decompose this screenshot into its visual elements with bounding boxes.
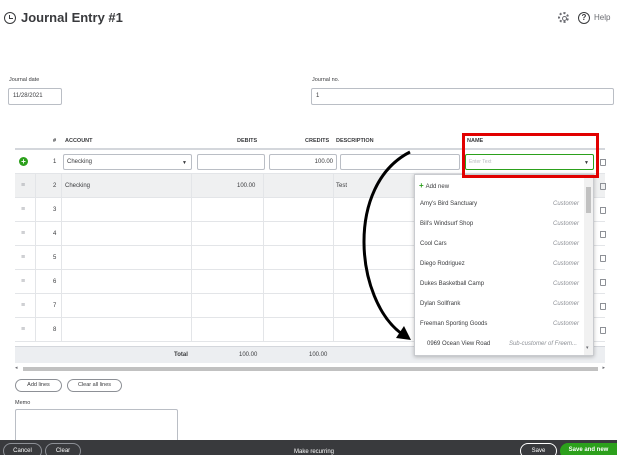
row-number: 5 [53,255,57,261]
horizontal-scrollbar[interactable]: ◂ ▸ [15,365,605,372]
dropdown-option[interactable]: Amy's Bird Sanctuary Customer [415,194,585,214]
dropdown-option[interactable]: Diego Rodriguez Customer [415,254,585,274]
trash-icon[interactable] [600,303,606,310]
drag-handle-icon[interactable]: ≡ [21,246,25,270]
option-name: Bill's Windsurf Shop [420,221,474,227]
dropdown-option[interactable]: Dylan Sollfrank Customer [415,294,585,314]
clear-all-lines-button[interactable]: Clear all lines [67,379,122,392]
option-type: Customer [552,241,579,247]
drag-handle-icon[interactable]: ≡ [21,222,25,246]
option-name: Freeman Sporting Goods [420,321,488,327]
drag-handle-icon[interactable]: ≡ [21,270,25,294]
add-new-label: Add new [425,184,450,190]
help-icon[interactable]: ? [578,12,590,24]
page-title: Journal Entry #1 [21,10,123,25]
option-name: Diego Rodriguez [420,261,465,267]
option-name: Dylan Sollfrank [420,301,461,307]
trash-icon[interactable] [600,255,606,262]
trash-icon[interactable] [600,327,606,334]
add-row-icon[interactable]: + [19,157,28,166]
total-debits: 100.00 [239,352,258,358]
dropdown-option[interactable]: 0969 Ocean View Road Sub-customer of Free… [415,334,585,354]
option-name: Cool Cars [420,241,447,247]
journal-no-label: Journal no. [312,77,340,83]
cancel-button[interactable]: Cancel [3,443,42,455]
debit-input[interactable] [197,154,265,170]
total-label: Total [174,352,188,358]
gear-icon[interactable] [558,12,569,23]
trash-icon[interactable] [600,159,606,166]
drag-handle-icon[interactable]: ≡ [21,174,25,198]
account-value: Checking [67,159,93,165]
trash-icon[interactable] [600,183,606,190]
journal-no-input[interactable]: 1 [311,88,614,105]
option-type: Customer [552,301,579,307]
col-header-description: DESCRIPTION [336,138,374,144]
debit-cell[interactable]: 100.00 [237,174,255,198]
trash-icon[interactable] [600,279,606,286]
row-number: 6 [53,279,57,285]
drag-handle-icon[interactable]: ≡ [21,318,25,342]
name-dropdown-list: + Add new Amy's Bird Sanctuary Customer Bi… [414,174,594,356]
dropdown-option[interactable]: Cool Cars Customer [415,234,585,254]
dropdown-option[interactable]: Freeman Sporting Goods Customer [415,314,585,334]
add-lines-button[interactable]: Add lines [15,379,62,392]
add-new-option[interactable]: + Add new [419,181,449,190]
option-name: Dukes Basketball Camp [420,281,485,287]
journal-date-input[interactable]: 11/28/2021 [8,88,62,105]
option-name: Amy's Bird Sanctuary [420,201,478,207]
row-number: 7 [53,303,57,309]
save-button[interactable]: Save [520,443,557,455]
trash-icon[interactable] [600,207,606,214]
credit-input[interactable]: 100.00 [269,154,337,170]
option-type: Customer [552,321,579,327]
plus-icon: + [419,181,424,190]
option-type: Customer [552,261,579,267]
row-number: 8 [53,327,57,333]
row-number: 4 [53,231,57,237]
account-cell[interactable]: Checking [65,174,90,198]
description-cell[interactable]: Test [336,174,347,198]
scroll-down-icon[interactable]: ▾ [586,345,589,351]
memo-textarea[interactable] [15,409,178,442]
row-number: 1 [53,159,57,165]
page-header: Journal Entry #1 ? Help [0,0,617,36]
dropdown-option[interactable]: Bill's Windsurf Shop Customer [415,214,585,234]
option-type: Customer [552,221,579,227]
option-name: 0969 Ocean View Road [427,341,491,347]
make-recurring-link[interactable]: Make recurring [294,449,334,455]
chevron-down-icon[interactable]: ▼ [182,156,187,170]
dropdown-scrollbar[interactable]: ▾ [584,175,593,355]
row-number: 2 [53,183,57,189]
total-credits: 100.00 [309,352,328,358]
save-and-new-button[interactable]: Save and new [560,443,617,455]
row-number: 3 [53,207,57,213]
help-link[interactable]: Help [594,13,610,22]
option-type: Customer [552,281,579,287]
col-header-credits: CREDITS [305,138,330,144]
description-input[interactable] [340,154,460,170]
drag-handle-icon[interactable]: ≡ [21,198,25,222]
highlight-box [462,133,599,178]
trash-icon[interactable] [600,231,606,238]
scroll-right-icon[interactable]: ▸ [602,365,605,371]
memo-label: Memo [15,400,31,406]
option-type: Sub-customer of Freem... [508,341,577,347]
col-header-debits: DEBITS [237,138,258,144]
footer-bar: Cancel Clear Make recurring Save Save an… [0,440,617,455]
scrollbar-thumb[interactable] [23,367,598,371]
journal-date-label: Journal date [9,77,40,83]
recent-transactions-icon[interactable] [4,12,16,24]
account-select[interactable]: Checking ▼ [63,154,192,170]
drag-handle-icon[interactable]: ≡ [21,294,25,318]
scroll-left-icon[interactable]: ◂ [15,365,18,371]
clear-button[interactable]: Clear [45,443,81,455]
scrollbar-thumb[interactable] [586,187,591,213]
col-header-num: # [53,138,57,144]
dropdown-option[interactable]: Dukes Basketball Camp Customer [415,274,585,294]
col-header-account: ACCOUNT [65,138,93,144]
option-type: Customer [552,201,579,207]
